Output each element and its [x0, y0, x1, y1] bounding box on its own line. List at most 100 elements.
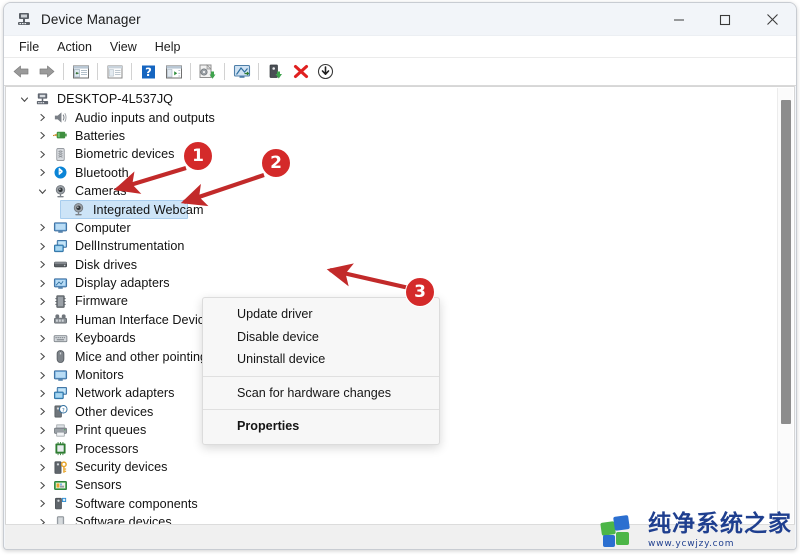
chevron-right-icon[interactable] [34, 260, 50, 269]
context-menu: Update driver Disable device Uninstall d… [202, 297, 440, 445]
chevron-right-icon[interactable] [34, 242, 50, 251]
tree-row-label: Bluetooth [75, 165, 129, 180]
svg-text:?: ? [61, 408, 64, 414]
context-menu-item-uninstall-device[interactable]: Uninstall device [203, 348, 439, 371]
battery-icon [50, 127, 70, 144]
forward-icon[interactable] [34, 60, 59, 84]
monitor-icon [50, 367, 70, 384]
back-icon[interactable] [9, 60, 34, 84]
printer-icon [50, 422, 70, 439]
chevron-right-icon[interactable] [34, 463, 50, 472]
chevron-right-icon[interactable] [34, 223, 50, 232]
toolbar-separator [63, 63, 64, 80]
chevron-right-icon[interactable] [34, 389, 50, 398]
tree-row-label: Monitors [75, 368, 124, 383]
fingerprint-icon [50, 146, 70, 163]
context-menu-item-scan-for-hardware-changes[interactable]: Scan for hardware changes [203, 382, 439, 405]
tree-row[interactable]: Batteries [6, 127, 776, 145]
help-icon[interactable]: ? [136, 60, 161, 84]
tree-row[interactable]: Biometric devices [6, 145, 776, 163]
show-hide-console-tree-icon[interactable] [68, 60, 93, 84]
menu-help[interactable]: Help [146, 38, 190, 56]
chevron-right-icon[interactable] [34, 444, 50, 453]
menu-view[interactable]: View [101, 38, 146, 56]
tree-row[interactable]: Cameras [6, 182, 776, 200]
tree-row-selected[interactable]: Integrated Webcam [6, 200, 776, 219]
tree-row-label: Keyboards [75, 331, 136, 346]
hid-icon [50, 311, 70, 328]
chevron-right-icon[interactable] [34, 334, 50, 343]
camera-icon [68, 201, 88, 218]
watermark-title: 纯净系统之家 [648, 511, 792, 537]
update-driver-icon[interactable] [195, 60, 220, 84]
enable-device-icon[interactable] [263, 60, 288, 84]
svg-text:?: ? [145, 65, 152, 79]
tree-row-label: Biometric devices [75, 147, 175, 162]
tree-row[interactable]: Sensors [6, 476, 776, 494]
unknown-device-icon: ? [50, 403, 70, 420]
uninstall-device-icon[interactable] [288, 60, 313, 84]
watermark-text: 纯净系统之家 www.ycwjzy.com [648, 511, 792, 550]
context-menu-item-properties[interactable]: Properties [203, 415, 439, 438]
context-menu-item-disable-device[interactable]: Disable device [203, 326, 439, 349]
menu-bar: File Action View Help [4, 36, 796, 58]
tree-row[interactable]: Computer [6, 219, 776, 237]
show-hide-action-pane-icon[interactable] [161, 60, 186, 84]
tree-row-label: Network adapters [75, 386, 175, 401]
chevron-right-icon[interactable] [34, 168, 50, 177]
close-button[interactable] [748, 3, 796, 36]
processor-icon [50, 440, 70, 457]
chevron-right-icon[interactable] [34, 352, 50, 361]
tree-row-label: Audio inputs and outputs [75, 110, 215, 125]
menu-file[interactable]: File [10, 38, 48, 56]
camera-icon [50, 183, 70, 200]
window-title: Device Manager [41, 11, 141, 27]
tree-row-label: Disk drives [75, 257, 138, 272]
chevron-right-icon[interactable] [34, 426, 50, 435]
tree-row[interactable]: Bluetooth [6, 164, 776, 182]
toolbar-separator [258, 63, 259, 80]
menu-action[interactable]: Action [48, 38, 101, 56]
chevron-right-icon[interactable] [34, 279, 50, 288]
tree-row[interactable]: DellInstrumentation [6, 237, 776, 255]
tree-row[interactable]: DESKTOP-4L537JQ [6, 90, 776, 108]
chevron-right-icon[interactable] [34, 315, 50, 324]
device-tree-panel: DESKTOP-4L537JQ Audio inputs and outputs… [5, 86, 795, 525]
properties-icon[interactable] [102, 60, 127, 84]
download-icon[interactable] [313, 60, 338, 84]
chevron-down-icon[interactable] [16, 95, 32, 104]
mouse-icon [50, 348, 70, 365]
chevron-right-icon[interactable] [34, 499, 50, 508]
tree-row[interactable]: Display adapters [6, 274, 776, 292]
vertical-scrollbar[interactable] [777, 88, 793, 523]
chevron-right-icon[interactable] [34, 297, 50, 306]
computer-node-icon [32, 91, 52, 108]
device-manager-screenshot: Device Manager File Action View Help ? D… [0, 0, 800, 556]
toolbar-separator [190, 63, 191, 80]
window-controls [656, 3, 796, 36]
chevron-right-icon[interactable] [34, 481, 50, 490]
maximize-button[interactable] [702, 3, 748, 36]
context-menu-separator [203, 375, 439, 377]
chevron-right-icon[interactable] [34, 407, 50, 416]
chevron-right-icon[interactable] [34, 113, 50, 122]
context-menu-separator [203, 409, 439, 410]
tree-row[interactable]: Disk drives [6, 256, 776, 274]
scan-for-hardware-changes-icon[interactable] [229, 60, 254, 84]
scrollbar-thumb[interactable] [781, 100, 791, 424]
minimize-button[interactable] [656, 3, 702, 36]
tree-row[interactable]: Security devices [6, 458, 776, 476]
site-watermark: 纯净系统之家 www.ycwjzy.com [599, 510, 792, 552]
toolbar-separator [97, 63, 98, 80]
chevron-right-icon[interactable] [34, 371, 50, 380]
tree-row[interactable]: Audio inputs and outputs [6, 108, 776, 126]
chevron-right-icon[interactable] [34, 150, 50, 159]
security-device-icon [50, 459, 70, 476]
chevron-right-icon[interactable] [34, 131, 50, 140]
chevron-down-icon[interactable] [34, 187, 50, 196]
toolbar: ? [4, 58, 796, 86]
tree-row-label: Display adapters [75, 276, 170, 291]
keyboard-icon [50, 330, 70, 347]
firmware-chip-icon [50, 293, 70, 310]
context-menu-item-update-driver[interactable]: Update driver [203, 303, 439, 326]
